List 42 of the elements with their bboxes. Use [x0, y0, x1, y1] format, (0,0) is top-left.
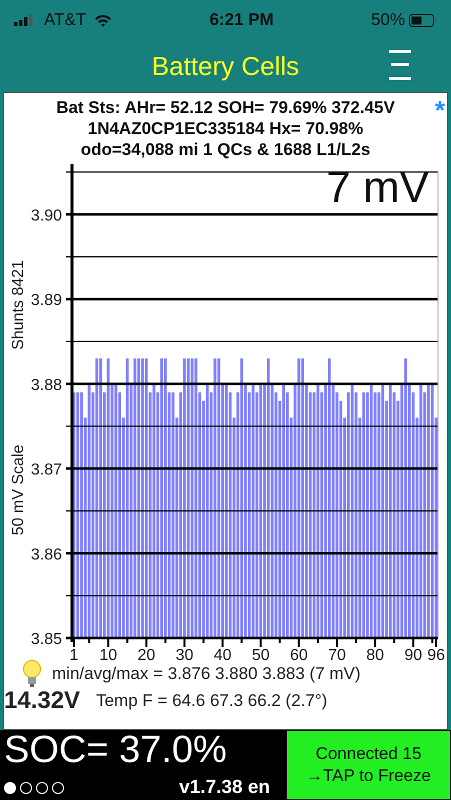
axis-tick-label: 20 — [137, 647, 156, 664]
status-line: odo=34,088 mi 1 QCs & 1688 L1/L2s — [80, 139, 370, 160]
axis-tick-label: 50 — [252, 647, 270, 664]
freeze-button[interactable]: Connected 15 →TAP to Freeze — [286, 730, 451, 800]
axis-tick-label: 70 — [328, 647, 346, 664]
asterisk-mark: * — [434, 97, 445, 123]
axis-tick-label: 30 — [176, 647, 194, 664]
voltage-reading: 14.32V — [4, 688, 80, 713]
page-title: Battery Cells — [152, 50, 300, 82]
axis-tick-label: 3.87 — [30, 462, 62, 479]
page-dot[interactable] — [20, 782, 32, 794]
lightbulb-icon — [22, 660, 42, 688]
axis-tick-label: 3.85 — [30, 631, 62, 648]
axis-tick-label: 80 — [366, 647, 384, 664]
axis-tick-label: 3.89 — [30, 292, 62, 310]
axis-tick-label: 60 — [290, 647, 308, 664]
menu-button[interactable] — [389, 50, 411, 80]
axis-tick-label: 90 — [404, 647, 422, 664]
axis-tick-label: 3.88 — [30, 376, 62, 394]
axis-tick-label: 1 — [69, 647, 78, 664]
spread-label: 7 mV — [326, 163, 429, 212]
page-dot[interactable] — [52, 782, 64, 794]
page-dot[interactable] — [4, 782, 16, 794]
axis-tick-label: 40 — [214, 647, 232, 664]
status-time: 6:21 PM — [209, 9, 274, 32]
carrier-name: AT&T — [44, 9, 86, 32]
battery-icon — [409, 14, 437, 26]
page-dot[interactable] — [36, 782, 48, 794]
axis-tick-label: 10 — [99, 647, 118, 664]
shunts-label: Shunts 8421 — [10, 260, 27, 350]
status-line: 1N4AZ0CP1EC335184 Hx= 70.98% — [88, 118, 364, 139]
axis-title: 50 mV Scale — [10, 444, 27, 536]
axis-tick-label: 3.86 — [30, 546, 62, 564]
wifi-icon — [94, 14, 112, 26]
battery-percent: 50% — [370, 9, 405, 32]
stats-text: min/avg/max = 3.876 3.880 3.883 (7 mV) — [52, 663, 361, 686]
soc-reading: SOC= 37.0% — [4, 730, 228, 770]
axis-tick-label: 96 — [427, 647, 445, 664]
status-line: Bat Sts: AHr= 52.12 SOH= 79.69% 372.45V — [56, 97, 395, 118]
version-text: v1.7.38 en — [179, 776, 270, 800]
axis-tick-label: 3.90 — [30, 207, 62, 224]
temperature-text: Temp F = 64.6 67.3 66.2 (2.7°) — [96, 690, 328, 712]
